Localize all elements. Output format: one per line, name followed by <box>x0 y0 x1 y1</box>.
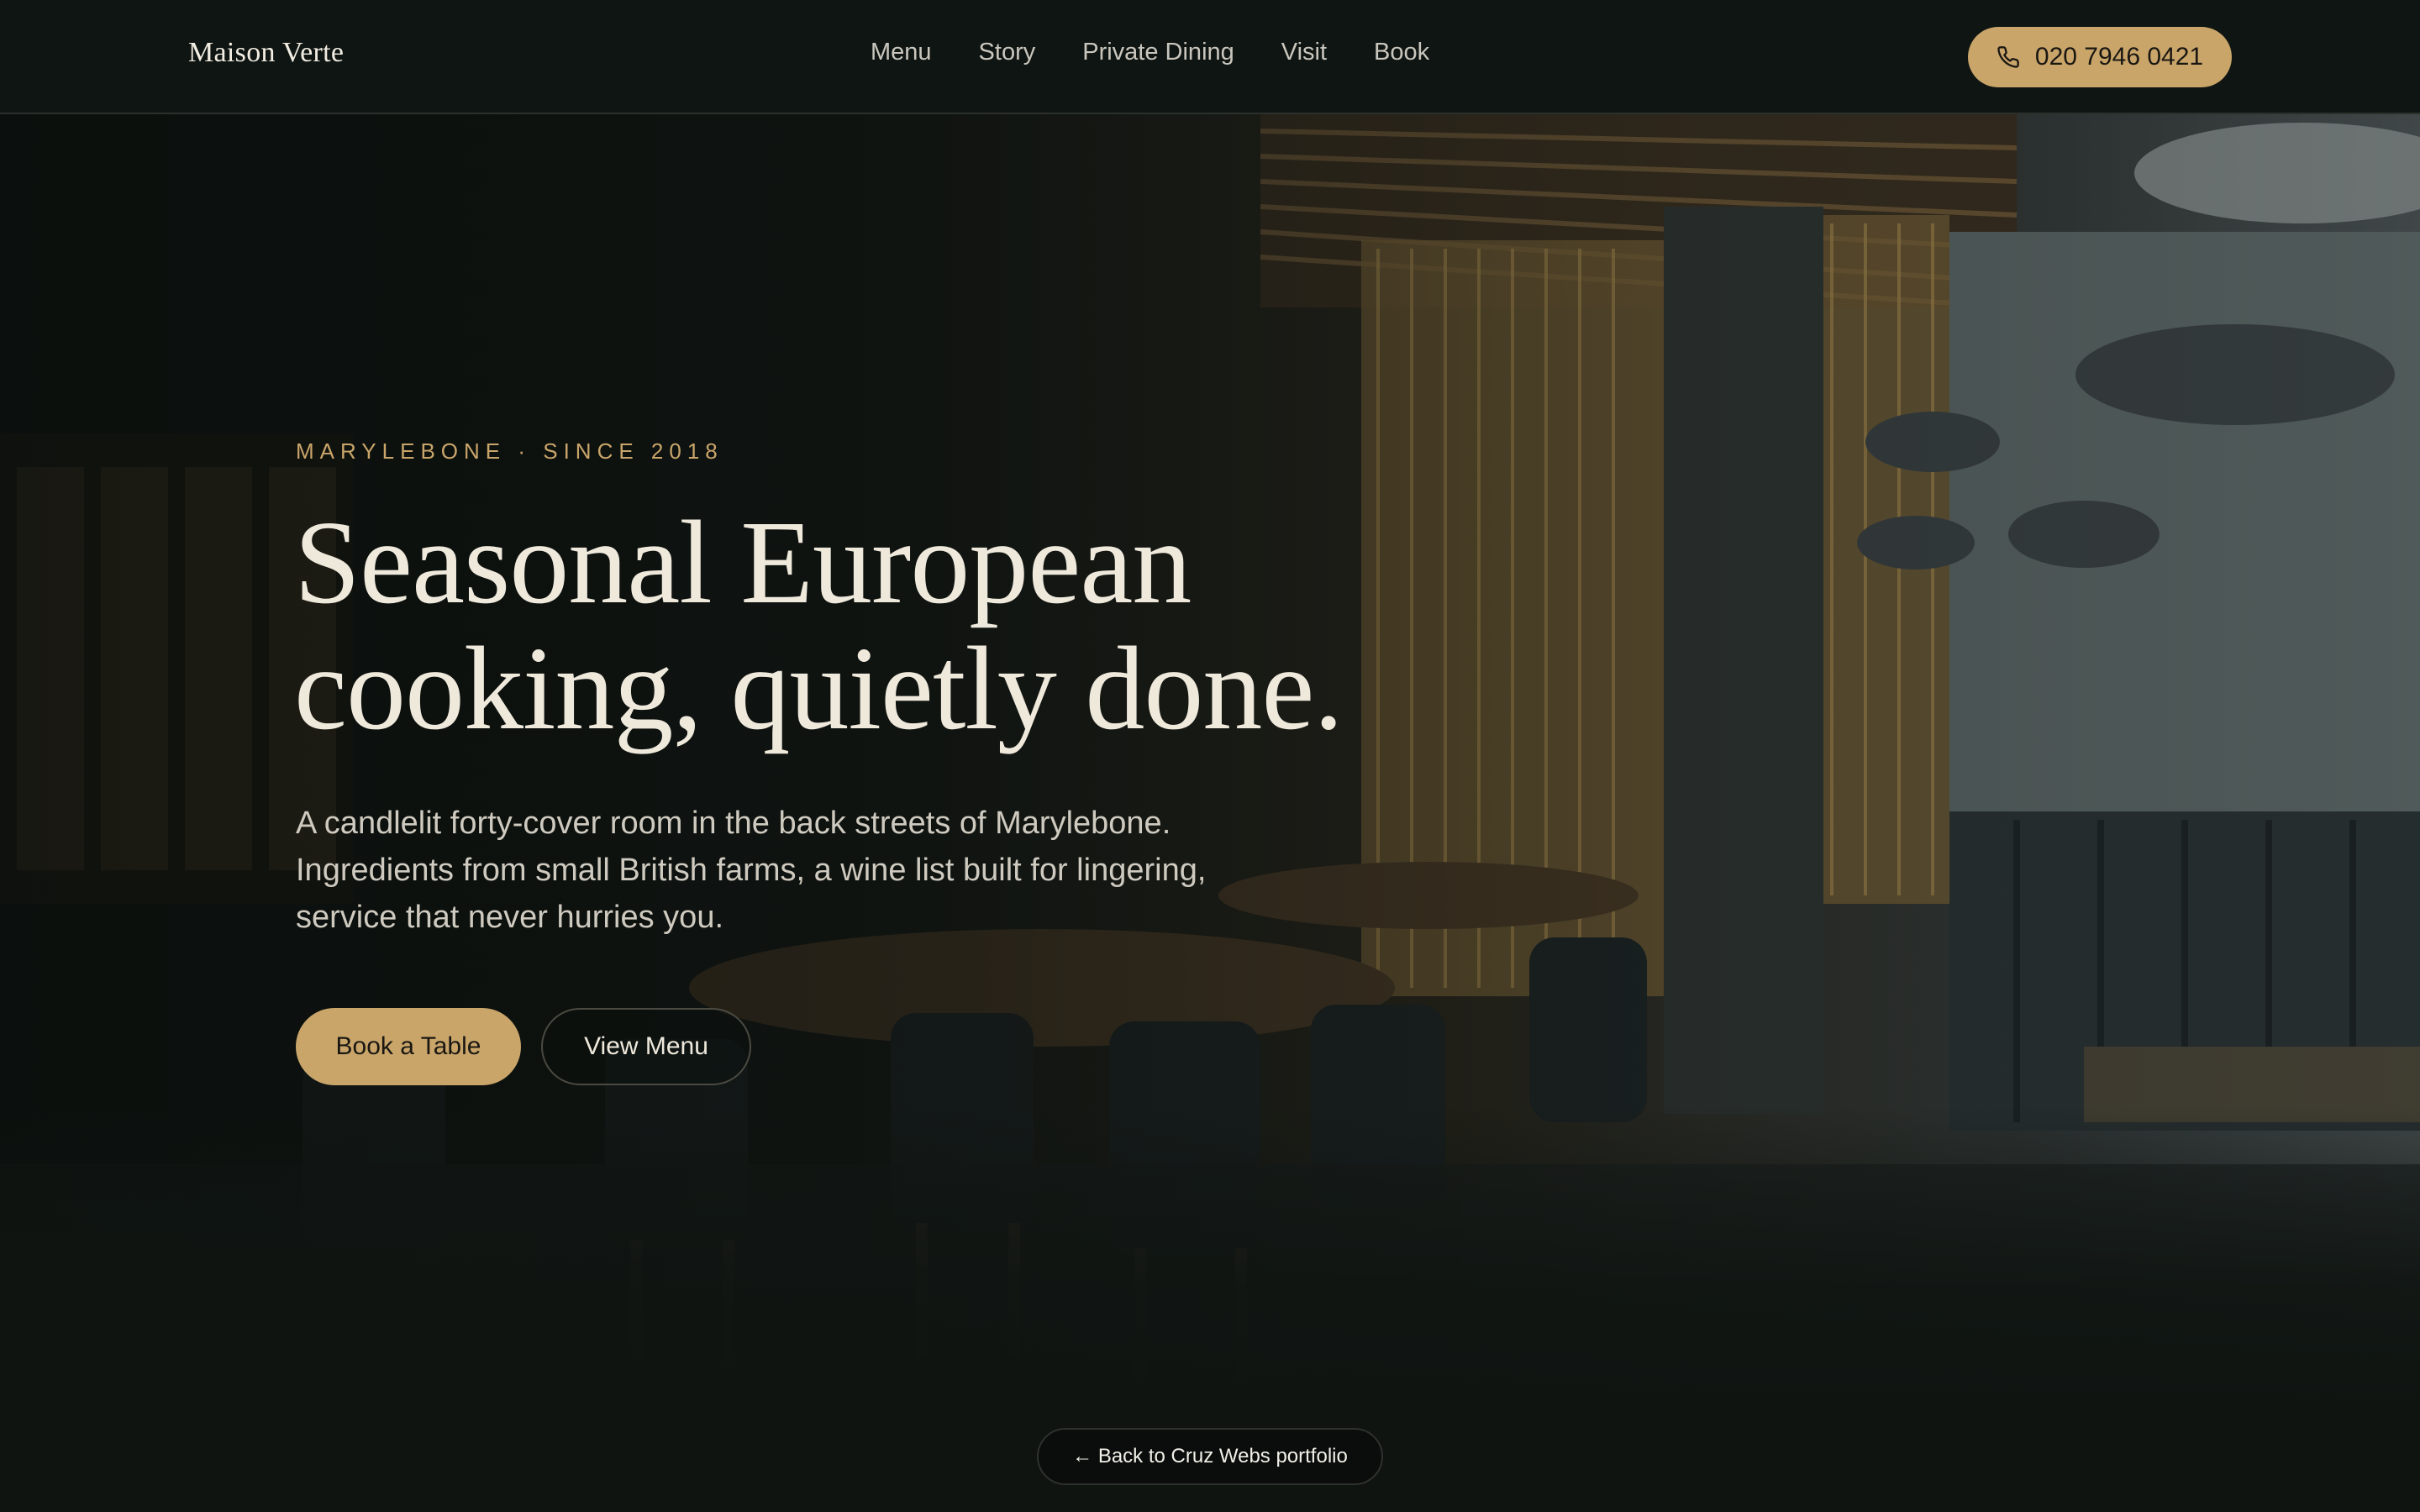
hero-bottom-fade <box>0 1105 2420 1408</box>
hero-description: A candlelit forty-cover room in the back… <box>296 806 1207 935</box>
phone-icon <box>1997 46 2019 68</box>
hero-headline: Seasonal European cooking, quietly done. <box>294 499 1470 751</box>
nav-link-private-dining[interactable]: Private Dining <box>1082 39 1234 66</box>
book-table-button[interactable]: Book a Table <box>296 1008 521 1085</box>
nav-link-story[interactable]: Story <box>979 39 1036 66</box>
hero-section: MARYLEBONE · SINCE 2018 Seasonal Europea… <box>0 114 2420 1408</box>
hero-cta-group: Book a Table View Menu <box>296 1008 751 1085</box>
nav-link-visit[interactable]: Visit <box>1281 39 1327 66</box>
headline-line-2: cooking, quietly done. <box>294 622 1344 754</box>
headline-line-1: Seasonal European <box>294 496 1192 628</box>
nav-links: Menu Story Private Dining Visit Book <box>871 39 1429 66</box>
nav-link-book[interactable]: Book <box>1374 39 1429 66</box>
view-menu-button[interactable]: View Menu <box>541 1008 751 1085</box>
brand-logo[interactable]: Maison Verte <box>188 37 344 69</box>
phone-number: 020 7946 0421 <box>2034 43 2204 71</box>
top-navigation: Maison Verte Menu Story Private Dining V… <box>0 0 2420 114</box>
nav-link-menu[interactable]: Menu <box>871 39 932 66</box>
back-to-portfolio-link[interactable]: ← Back to Cruz Webs portfolio <box>1037 1428 1383 1485</box>
hero-eyebrow: MARYLEBONE · SINCE 2018 <box>296 438 723 464</box>
phone-button[interactable]: 020 7946 0421 <box>1968 27 2232 87</box>
